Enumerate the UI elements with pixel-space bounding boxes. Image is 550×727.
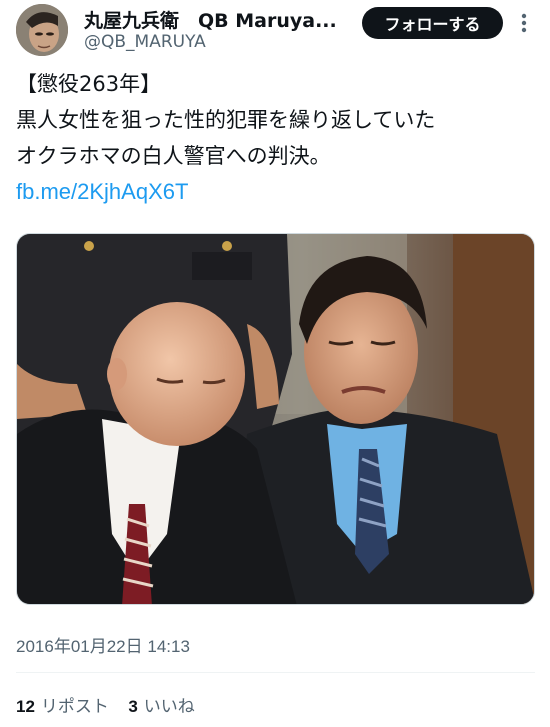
follow-button[interactable]: フォローする <box>362 7 503 39</box>
post-line: 黒人女性を狙った性的犯罪を繰り返していた <box>16 108 436 132</box>
reposts-label: リポスト <box>40 697 109 717</box>
engagement-stats: 12 リポスト 3 いいね <box>16 692 209 717</box>
likes-stat[interactable]: 3 いいね <box>128 692 194 717</box>
author-display-name[interactable]: 丸屋九兵衛 QB Maruya... <box>84 6 352 33</box>
likes-count: 3 <box>128 697 138 716</box>
post-photo[interactable] <box>16 233 535 605</box>
post-line: オクラホマの白人警官への判決。 <box>16 144 331 168</box>
likes-label: いいね <box>143 697 195 717</box>
courtroom-photo <box>17 234 534 604</box>
post-line-title: 【懲役263年】 <box>16 72 162 96</box>
post-header: 丸屋九兵衛 QB Maruya... @QB_MARUYA フォローする <box>0 0 550 62</box>
post-text: 【懲役263年】 黒人女性を狙った性的犯罪を繰り返していた オクラホマの白人警官… <box>16 66 536 210</box>
reposts-stat[interactable]: 12 リポスト <box>16 692 109 717</box>
author-handle[interactable]: @QB_MARUYA <box>84 32 206 52</box>
avatar-image <box>16 4 68 56</box>
divider <box>16 672 535 673</box>
post-timestamp[interactable]: 2016年01月22日 14:13 <box>16 632 190 657</box>
reposts-count: 12 <box>16 697 35 716</box>
more-vertical-icon[interactable] <box>513 9 535 37</box>
post-link[interactable]: fb.me/2KjhAqX6T <box>16 174 536 210</box>
author-avatar[interactable] <box>16 4 68 56</box>
